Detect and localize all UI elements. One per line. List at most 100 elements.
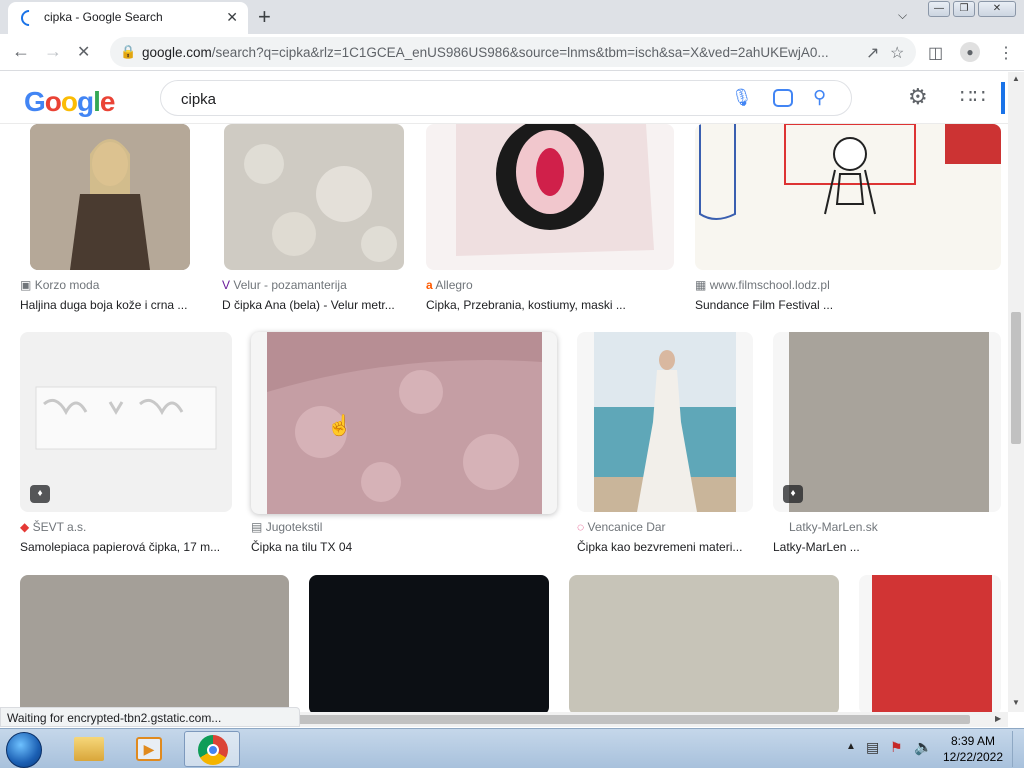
thumbnail-image bbox=[30, 124, 190, 270]
thumbnail-image bbox=[20, 575, 289, 712]
volume-icon[interactable]: 🔈 bbox=[914, 738, 933, 756]
result-source[interactable]: ▣ Korzo moda bbox=[20, 278, 99, 292]
result-source[interactable]: V Velur - pozamanterija bbox=[222, 278, 347, 292]
image-result-card[interactable]: a Allegro Cipka, Przebrania, kostiumy, m… bbox=[426, 124, 676, 324]
thumbnail-fill bbox=[872, 575, 992, 712]
search-icon[interactable]: ⚲ bbox=[813, 87, 826, 108]
image-result-card[interactable] bbox=[569, 575, 839, 712]
result-favicon: V bbox=[222, 278, 231, 292]
thumbnail-image bbox=[426, 124, 674, 270]
image-result-card[interactable]: ▣ Korzo moda Haljina duga boja kože i cr… bbox=[20, 124, 202, 324]
system-clock[interactable]: 8:39 AM 12/22/2022 bbox=[940, 733, 1006, 765]
image-result-card[interactable]: V Velur - pozamanterija D čipka Ana (bel… bbox=[222, 124, 406, 324]
scroll-right-arrow-icon[interactable]: ▶ bbox=[995, 714, 1001, 723]
browser-tab[interactable]: cipka - Google Search ✕ bbox=[8, 2, 248, 34]
microphone-icon[interactable]: 🎙 bbox=[731, 88, 753, 108]
result-thumbnail[interactable] bbox=[20, 575, 289, 712]
thumbnail-image bbox=[789, 332, 989, 512]
vertical-scrollbar[interactable]: ▲ ▼ bbox=[1008, 72, 1024, 712]
thumbnail-fill bbox=[309, 575, 549, 712]
windows-taskbar: ▶ ▲ ▤ ⚑ 🔈 8:39 AM 12/22/2022 bbox=[0, 728, 1024, 768]
image-result-card[interactable]: ♦ ◆ ŠEVT a.s. Samolepiaca papierová čipk… bbox=[20, 332, 232, 557]
mouse-pointer-hand-icon: ☝ bbox=[327, 415, 352, 437]
result-source[interactable]: ◆ ŠEVT a.s. bbox=[20, 520, 86, 534]
result-thumbnail[interactable]: ♦ bbox=[773, 332, 1001, 512]
profile-avatar-icon[interactable]: ● bbox=[960, 42, 980, 62]
result-title[interactable]: Čipka na tilu TX 04 bbox=[251, 540, 352, 554]
image-result-card[interactable]: ◌ Vencanice Dar Čipka kao bezvremeni mat… bbox=[577, 332, 753, 557]
new-tab-button[interactable]: + bbox=[258, 4, 271, 30]
scroll-up-arrow-icon[interactable]: ▲ bbox=[1012, 74, 1020, 83]
result-thumbnail[interactable] bbox=[426, 124, 674, 270]
back-arrow-icon[interactable]: ← bbox=[12, 41, 30, 62]
minimize-button[interactable]: — bbox=[928, 1, 950, 17]
result-source[interactable]: ◌ Vencanice Dar bbox=[577, 520, 666, 534]
close-window-button[interactable]: ✕ bbox=[978, 1, 1016, 17]
source-label: Allegro bbox=[435, 278, 473, 292]
status-bubble: Waiting for encrypted-tbn2.gstatic.com..… bbox=[0, 707, 300, 727]
action-center-flag-icon[interactable]: ⚑ bbox=[890, 739, 903, 756]
show-hidden-icons-icon[interactable]: ▲ bbox=[846, 741, 856, 752]
result-title[interactable]: Sundance Film Festival ... bbox=[695, 298, 833, 312]
search-box[interactable]: 🎙 ⚲ bbox=[160, 80, 852, 116]
tab-search-chevron-down-icon[interactable]: ⌵ bbox=[898, 8, 907, 23]
image-result-card[interactable] bbox=[859, 575, 1001, 712]
share-icon[interactable]: ↗ bbox=[866, 43, 879, 63]
url-text[interactable]: google.com/search?q=cipka&rlz=1C1GCEA_en… bbox=[142, 45, 829, 60]
result-thumbnail[interactable] bbox=[30, 124, 190, 270]
result-source[interactable]: a Allegro bbox=[426, 278, 473, 292]
result-title[interactable]: Cipka, Przebrania, kostiumy, maski ... bbox=[426, 298, 626, 312]
result-title[interactable]: Čipka kao bezvremeni materi... bbox=[577, 540, 742, 554]
thumbnail-image bbox=[267, 332, 542, 514]
result-source[interactable]: ▤ Jugotekstil bbox=[251, 520, 322, 534]
result-title[interactable]: Samolepiaca papierová čipka, 17 m... bbox=[20, 540, 220, 554]
result-thumbnail[interactable] bbox=[251, 332, 557, 514]
show-desktop-button[interactable] bbox=[1012, 731, 1023, 767]
result-thumbnail[interactable] bbox=[695, 124, 1001, 270]
result-source[interactable]: Latky-MarLen.sk bbox=[789, 520, 878, 534]
result-thumbnail[interactable] bbox=[859, 575, 1001, 712]
result-title[interactable]: Haljina duga boja kože i crna ... bbox=[20, 298, 187, 312]
bookmark-star-icon[interactable]: ☆ bbox=[890, 43, 904, 63]
tab-close-icon[interactable]: ✕ bbox=[226, 9, 238, 26]
result-thumbnail[interactable] bbox=[224, 124, 404, 270]
result-title[interactable]: D čipka Ana (bela) - Velur metr... bbox=[222, 298, 395, 312]
taskbar-explorer-button[interactable] bbox=[62, 731, 118, 767]
search-input[interactable] bbox=[181, 89, 701, 109]
sign-in-button[interactable] bbox=[1001, 82, 1005, 114]
google-header: Google 🎙 ⚲ ⚙ ∷∷ bbox=[0, 72, 1008, 124]
forward-arrow-icon[interactable]: → bbox=[44, 41, 62, 62]
google-logo[interactable]: Google bbox=[24, 86, 115, 118]
source-label: Jugotekstil bbox=[265, 520, 323, 534]
source-label: Korzo moda bbox=[34, 278, 100, 292]
image-result-card[interactable]: ▦ www.filmschool.lodz.pl Sundance Film F… bbox=[695, 124, 1001, 324]
result-thumbnail[interactable] bbox=[569, 575, 839, 712]
image-result-card[interactable] bbox=[309, 575, 549, 712]
taskbar-media-player-button[interactable]: ▶ bbox=[122, 731, 178, 767]
result-thumbnail[interactable] bbox=[577, 332, 753, 512]
vertical-scroll-thumb[interactable] bbox=[1011, 312, 1021, 444]
scroll-down-arrow-icon[interactable]: ▼ bbox=[1012, 698, 1020, 707]
side-panel-icon[interactable]: ◫ bbox=[928, 43, 943, 63]
restore-button[interactable]: ❐ bbox=[953, 1, 975, 17]
image-result-card[interactable]: ♦ Latky-MarLen.sk Latky-MarLen ... bbox=[773, 332, 1001, 557]
taskbar-chrome-button[interactable] bbox=[184, 731, 240, 767]
network-icon[interactable]: ▤ bbox=[866, 739, 879, 756]
result-thumbnail[interactable]: ♦ bbox=[20, 332, 232, 512]
horizontal-scroll-thumb[interactable] bbox=[230, 715, 970, 724]
settings-gear-icon[interactable]: ⚙ bbox=[908, 84, 928, 110]
result-favicon: a bbox=[426, 278, 433, 292]
result-title[interactable]: Latky-MarLen ... bbox=[773, 540, 860, 554]
lens-camera-icon[interactable] bbox=[773, 89, 793, 107]
menu-kebab-icon[interactable]: ⋮ bbox=[998, 43, 1014, 63]
image-result-card[interactable]: ▤ Jugotekstil Čipka na tilu TX 04 bbox=[251, 332, 557, 557]
apps-grid-icon[interactable]: ∷∷ bbox=[960, 84, 985, 109]
address-bar[interactable]: 🔒 google.com/search?q=cipka&rlz=1C1GCEA_… bbox=[110, 37, 916, 67]
result-source[interactable]: ▦ www.filmschool.lodz.pl bbox=[695, 278, 830, 292]
stop-loading-icon[interactable]: ✕ bbox=[77, 42, 90, 62]
image-results-grid: ▣ Korzo moda Haljina duga boja kože i cr… bbox=[0, 124, 1008, 712]
start-button[interactable] bbox=[6, 732, 42, 768]
result-thumbnail[interactable] bbox=[309, 575, 549, 712]
image-result-card[interactable] bbox=[20, 575, 289, 712]
lock-icon[interactable]: 🔒 bbox=[120, 44, 136, 60]
